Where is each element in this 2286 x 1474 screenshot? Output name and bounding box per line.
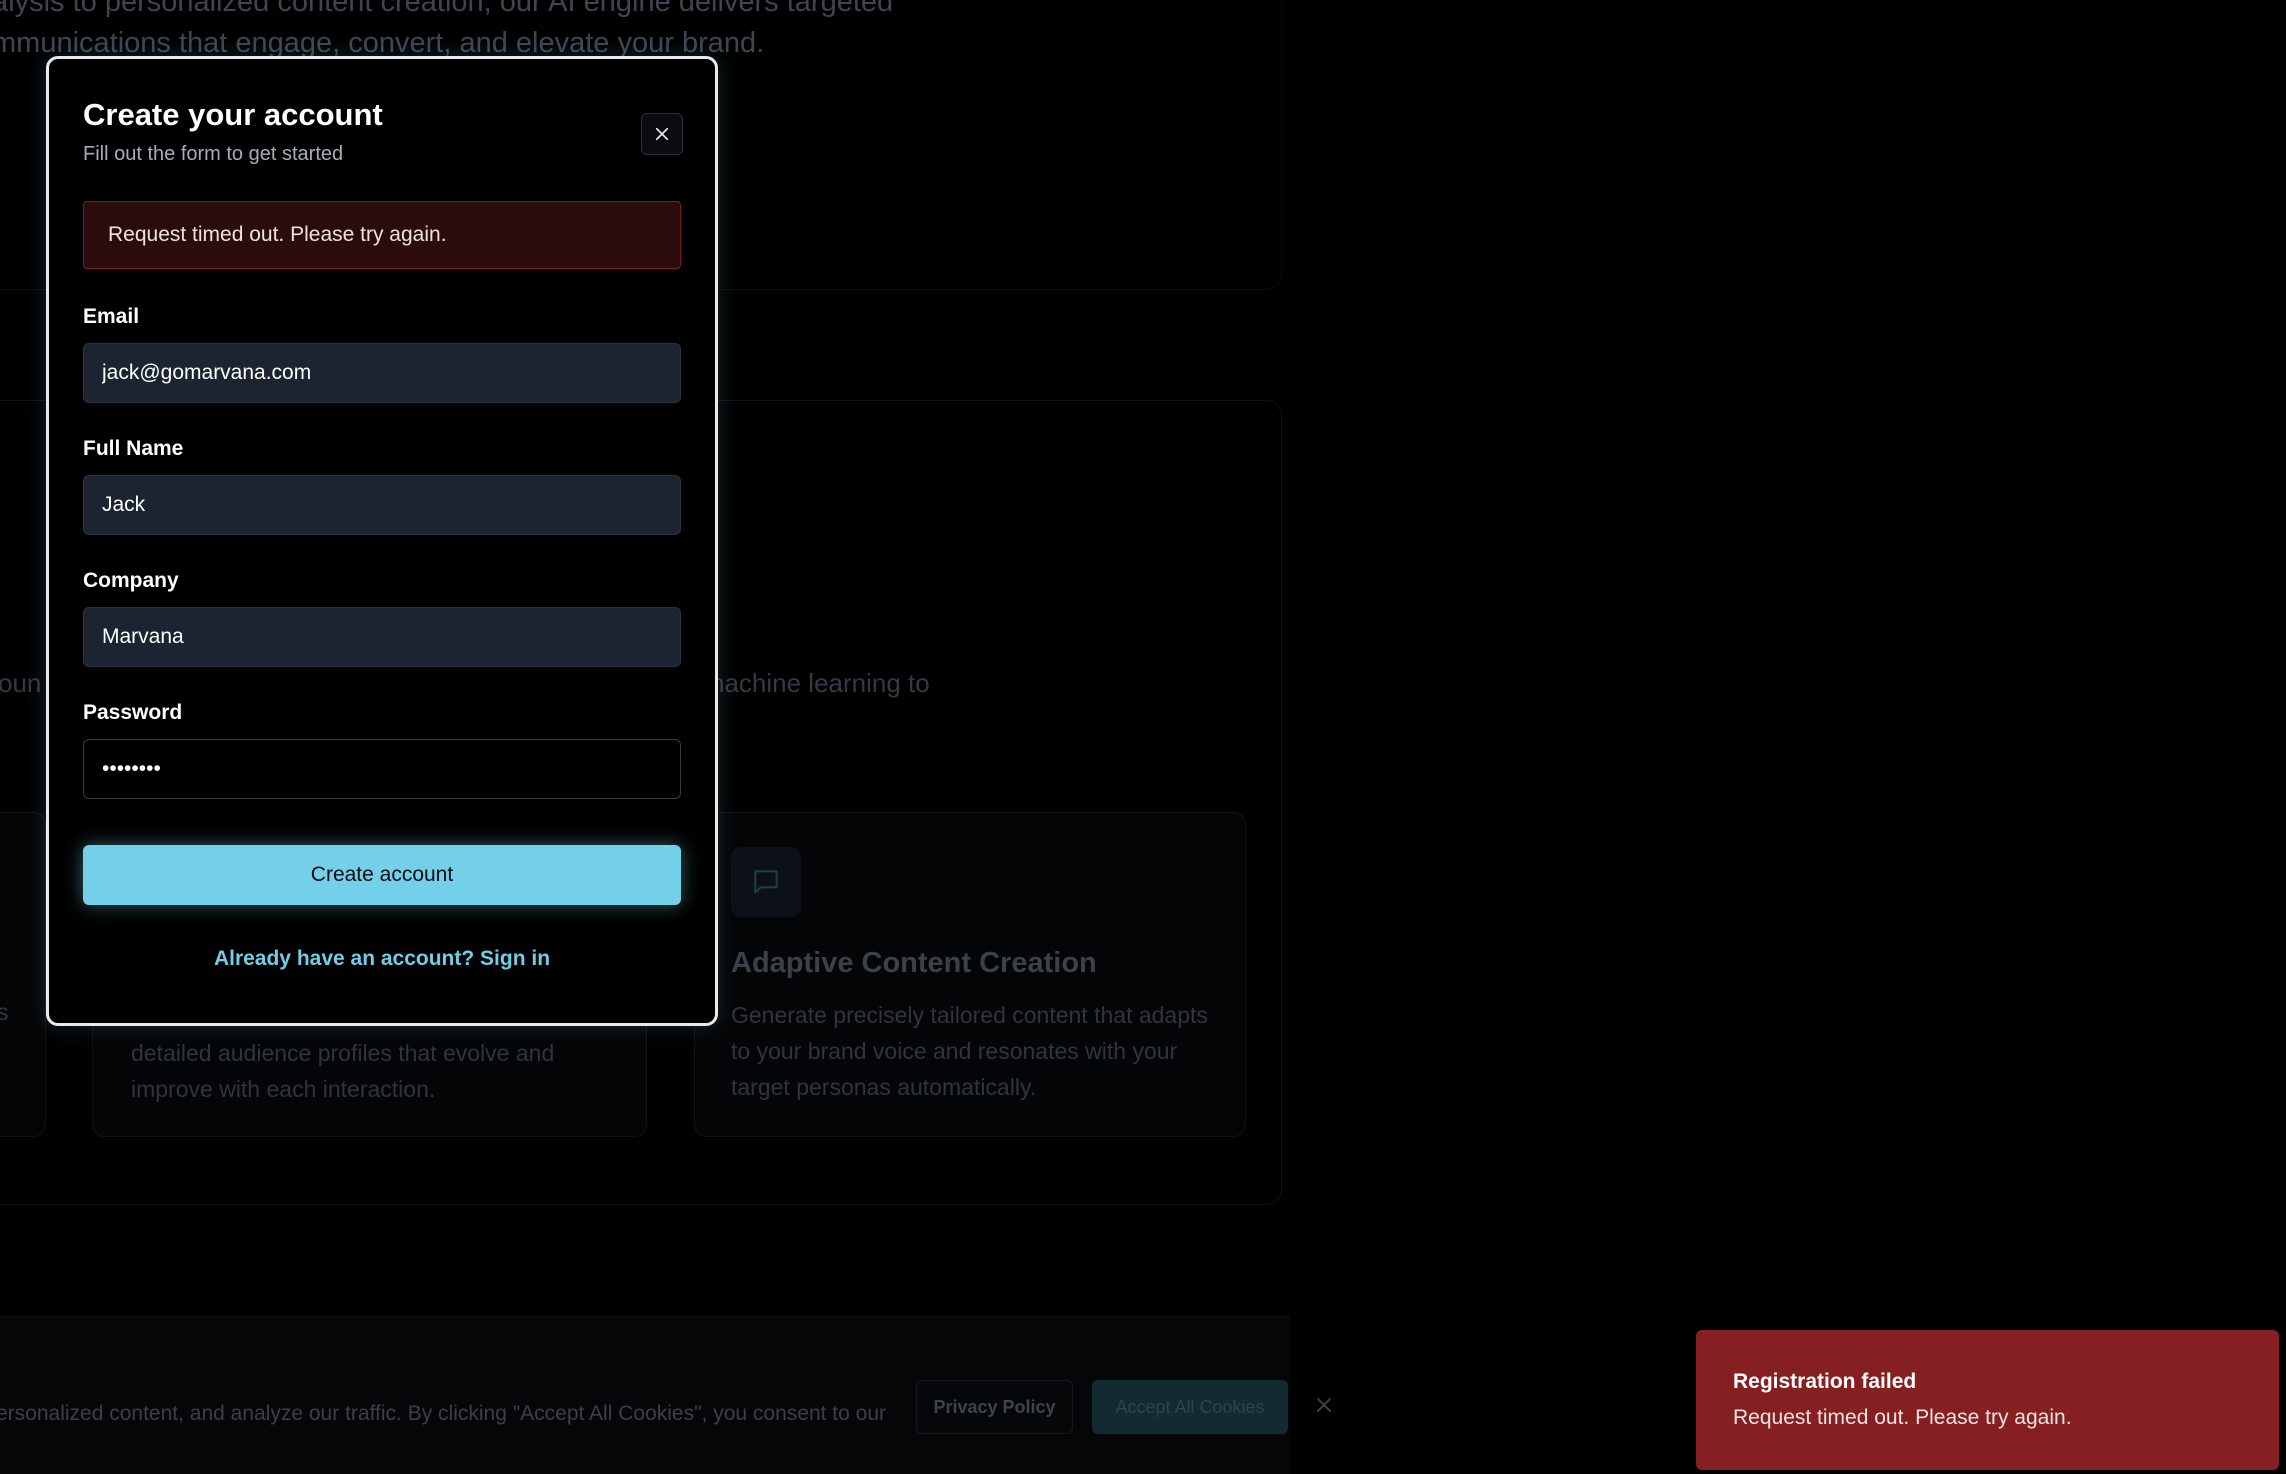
email-field[interactable] bbox=[83, 343, 681, 403]
chat-bubble-icon bbox=[731, 847, 801, 917]
company-field[interactable] bbox=[83, 607, 681, 667]
modal-subtitle: Fill out the form to get started bbox=[83, 143, 344, 165]
feature-card-description: Generate precisely tailored content that… bbox=[731, 1002, 1208, 1100]
full-name-field[interactable] bbox=[83, 475, 681, 535]
feature-card-adaptive-content: Adaptive Content Creation Generate preci… bbox=[694, 812, 1246, 1137]
password-field[interactable] bbox=[83, 739, 681, 799]
feature-card: s bbox=[0, 812, 46, 1137]
features-tagline-fragment: oun bbox=[0, 668, 42, 698]
cookie-close-icon[interactable] bbox=[1312, 1393, 1336, 1417]
modal-title: Create your account bbox=[83, 97, 383, 132]
feature-card-description: detailed audience profiles that evolve a… bbox=[131, 1040, 555, 1102]
password-label: Password bbox=[83, 701, 183, 724]
feature-card-title: Adaptive Content Creation bbox=[731, 947, 1097, 979]
full-name-label: Full Name bbox=[83, 437, 184, 460]
toast-title: Registration failed bbox=[1733, 1370, 1917, 1393]
create-account-button[interactable]: Create account bbox=[83, 845, 681, 905]
feature-card-text: s bbox=[0, 999, 9, 1025]
close-button[interactable] bbox=[641, 113, 683, 155]
toast-message: Request timed out. Please try again. bbox=[1733, 1406, 2072, 1429]
cookie-banner-text: ersonalized content, and analyze our tra… bbox=[0, 1402, 886, 1425]
error-toast: Registration failed Request timed out. P… bbox=[1696, 1330, 2279, 1470]
error-alert: Request timed out. Please try again. bbox=[83, 201, 681, 269]
hero-description-line-1: alysis to personalized content creation,… bbox=[0, 0, 894, 18]
accept-cookies-button[interactable]: Accept All Cookies bbox=[1092, 1380, 1288, 1434]
close-icon bbox=[655, 127, 669, 141]
sign-in-link[interactable]: Already have an account? Sign in bbox=[49, 947, 715, 971]
email-label: Email bbox=[83, 305, 140, 328]
company-label: Company bbox=[83, 569, 179, 592]
features-tagline: nachine learning to bbox=[710, 668, 930, 698]
privacy-policy-button[interactable]: Privacy Policy bbox=[916, 1380, 1073, 1434]
create-account-modal: Create your account Fill out the form to… bbox=[46, 56, 718, 1026]
